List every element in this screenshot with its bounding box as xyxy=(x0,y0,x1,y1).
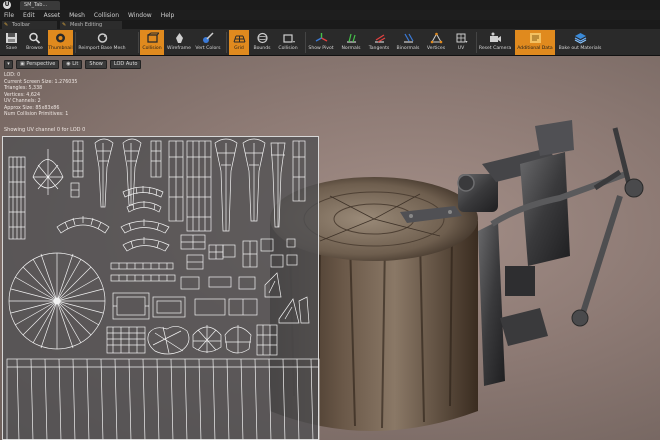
collision-menu-icon xyxy=(282,34,295,43)
lit-dropdown[interactable]: ◉ Lit xyxy=(62,60,83,69)
binormals-button[interactable]: Binormals xyxy=(394,30,422,55)
tangents-button[interactable]: Tangents xyxy=(366,30,392,55)
asset-tab[interactable]: SM_Tab... xyxy=(20,1,60,10)
title-bar: U SM_Tab... xyxy=(0,0,660,10)
viewport-toolbar: ▾ ▣ Perspective ◉ Lit Show LOD Auto xyxy=(4,60,144,69)
toolbar-separator xyxy=(305,32,306,53)
collision-menu-button[interactable]: Collision xyxy=(275,30,301,55)
toolbar-separator xyxy=(226,32,227,53)
tangents-icon xyxy=(374,34,385,43)
show-pivot-button[interactable]: Show Pivot xyxy=(307,30,335,55)
collision-toggle-button[interactable]: Collision xyxy=(140,30,164,55)
toolbar-icon: ✎ xyxy=(4,22,9,28)
viewport[interactable]: ▾ ▣ Perspective ◉ Lit Show LOD Auto LOD:… xyxy=(0,56,660,440)
panel-tab-toolbar[interactable]: ✎ Toolbar xyxy=(2,21,57,29)
save-icon xyxy=(6,33,17,43)
collision-icon xyxy=(146,32,159,43)
vert-colors-button[interactable]: Vert Colors xyxy=(194,30,222,55)
normals-button[interactable]: Normals xyxy=(338,30,364,55)
wireframe-button[interactable]: Wireframe xyxy=(166,30,192,55)
menu-help[interactable]: Help xyxy=(161,12,175,19)
reimport-base-mesh-button[interactable]: Reimport Base Mesh xyxy=(77,30,127,55)
toolbar-separator xyxy=(138,32,139,53)
thumbnail-button[interactable]: Thumbnail xyxy=(48,30,73,55)
reimport-icon xyxy=(97,33,107,43)
uv-wireframe xyxy=(6,138,320,440)
panel-tab-mesh-editing[interactable]: ✎ Mesh Editing xyxy=(60,21,122,29)
lod-dropdown[interactable]: LOD Auto xyxy=(109,60,142,69)
reset-camera-icon xyxy=(489,32,501,42)
additional-data-button[interactable]: Additional Data xyxy=(515,30,555,55)
unreal-logo-icon: U xyxy=(3,1,11,9)
grid-button[interactable]: Grid xyxy=(229,30,249,55)
toolbar: Save Browse Thumbnail Reimport Base Mesh… xyxy=(0,29,660,56)
toolbar-separator xyxy=(476,32,477,53)
normals-icon xyxy=(346,33,356,43)
vert-colors-icon xyxy=(202,32,214,43)
panel-tab-label: Toolbar xyxy=(12,22,31,28)
panel-tab-label: Mesh Editing xyxy=(70,22,103,28)
menu-mesh[interactable]: Mesh xyxy=(69,12,85,19)
show-pivot-icon xyxy=(315,33,327,42)
vertices-button[interactable]: Vertices xyxy=(424,30,448,55)
menu-edit[interactable]: Edit xyxy=(23,12,35,19)
bounds-icon xyxy=(256,32,268,44)
browse-button[interactable]: Browse xyxy=(23,30,46,55)
bounds-button[interactable]: Bounds xyxy=(251,30,273,55)
viewport-options-dropdown[interactable]: ▾ xyxy=(4,60,13,69)
menu-asset[interactable]: Asset xyxy=(44,12,60,19)
perspective-dropdown[interactable]: ▣ Perspective xyxy=(16,60,60,69)
menu-window[interactable]: Window xyxy=(128,12,152,19)
vertices-icon xyxy=(430,32,442,44)
lit-label: Lit xyxy=(72,61,79,67)
uv-icon xyxy=(456,33,467,43)
uv-layout-overlay xyxy=(2,136,320,440)
mesh-editing-icon: ✎ xyxy=(62,22,67,28)
binormals-icon xyxy=(403,33,414,43)
additional-data-icon xyxy=(529,33,541,43)
show-dropdown[interactable]: Show xyxy=(85,60,107,69)
mesh-stats: LOD: 0 Current Screen Size: 1.276035 Tri… xyxy=(4,73,77,119)
toolbar-separator xyxy=(75,32,76,53)
save-button[interactable]: Save xyxy=(2,30,21,55)
grid-icon xyxy=(233,35,245,43)
perspective-label: Perspective xyxy=(26,61,56,67)
browse-icon xyxy=(29,32,41,44)
stat-collision-primitives: Num Collision Primitives: 1 xyxy=(4,112,69,117)
reset-camera-button[interactable]: Reset Camera xyxy=(478,30,512,55)
bake-out-materials-button[interactable]: Bake out Materials xyxy=(557,30,603,55)
wireframe-icon xyxy=(175,33,183,43)
menu-file[interactable]: File xyxy=(4,12,14,19)
uv-caption: Showing UV channel 0 for LOD 0 xyxy=(4,127,86,133)
uv-button[interactable]: UV xyxy=(450,30,472,55)
thumbnail-icon xyxy=(56,33,65,43)
bake-out-materials-icon xyxy=(574,33,586,44)
menu-bar: File Edit Asset Mesh Collision Window He… xyxy=(0,10,660,20)
panel-tab-bar: ✎ Toolbar ✎ Mesh Editing xyxy=(0,20,660,29)
menu-collision[interactable]: Collision xyxy=(94,12,119,19)
